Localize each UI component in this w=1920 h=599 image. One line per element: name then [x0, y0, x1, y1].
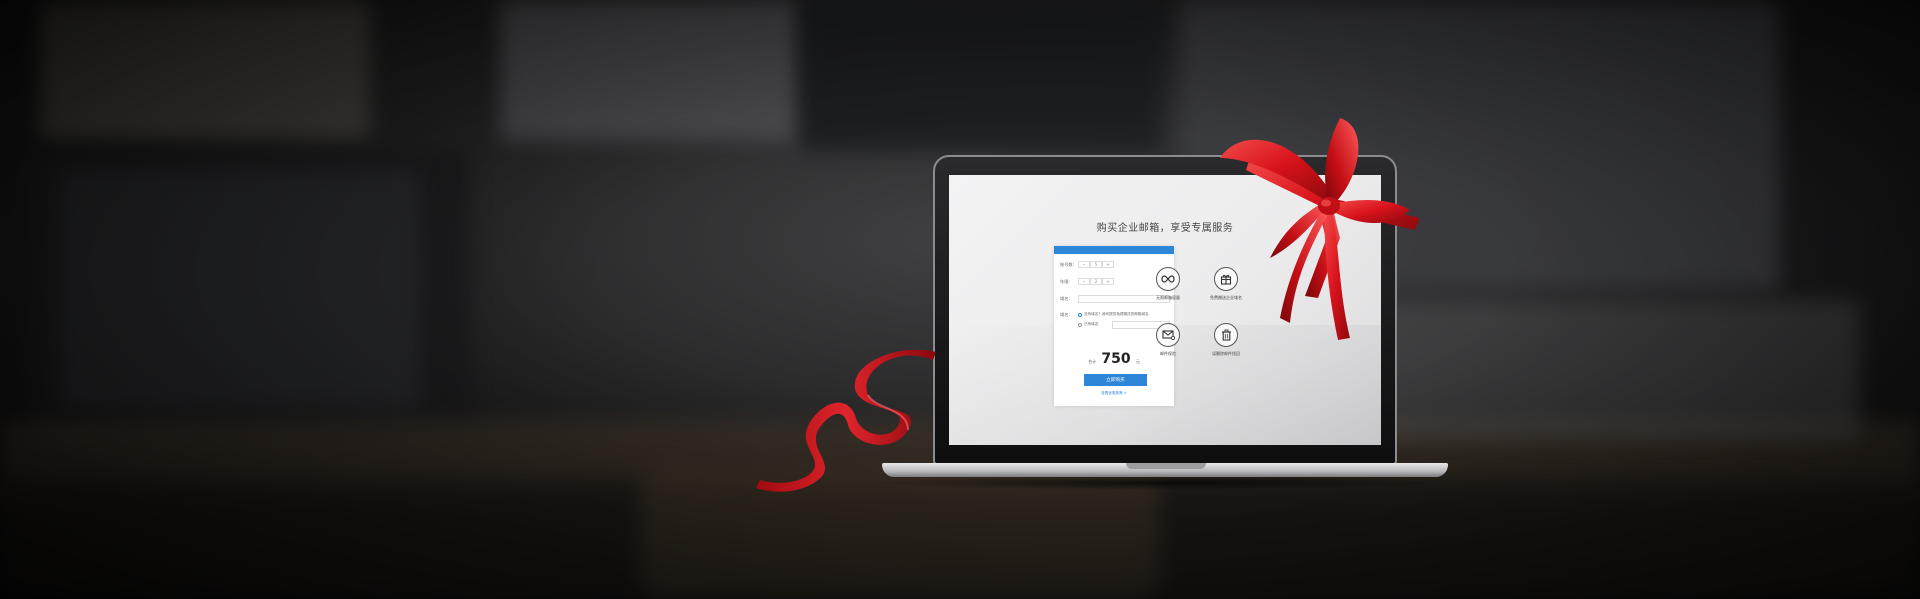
feature-unlimited: 无限邮箱容量: [1143, 267, 1193, 301]
mailbox-label: 域名:: [1060, 312, 1070, 317]
radio-new-button[interactable]: [1078, 312, 1082, 317]
feature-label: 误删除邮件找回: [1212, 351, 1240, 356]
feature-label: 无限邮箱容量: [1156, 295, 1180, 300]
radio-own-label: 已有域名: [1084, 322, 1099, 326]
domain-label: 域名:: [1060, 296, 1070, 301]
feature-mail-insurance: 邮件保险: [1143, 323, 1193, 357]
radio-own-domain[interactable]: 已有域名: [1078, 322, 1098, 327]
form-header-bar: [1054, 246, 1174, 254]
users-label: 账号数:: [1060, 262, 1074, 267]
years-label: 年限:: [1060, 279, 1070, 284]
mail-check-icon: [1156, 323, 1180, 347]
years-plus-button[interactable]: +: [1102, 278, 1114, 285]
curly-ribbon: [756, 350, 936, 492]
radio-own-button[interactable]: [1078, 322, 1082, 327]
infinity-icon: [1156, 267, 1180, 291]
years-minus-button[interactable]: −: [1078, 278, 1090, 285]
users-stepper[interactable]: − 5 +: [1078, 261, 1114, 268]
discount-policy-link[interactable]: 查看优惠政策 >: [1054, 391, 1174, 396]
radio-new-domain[interactable]: 没有域名？我司提供免费赠送的邮箱域名: [1078, 312, 1149, 317]
radio-new-label: 没有域名？我司提供免费赠送的邮箱域名: [1084, 312, 1149, 316]
gift-bow-ribbon: [1220, 118, 1420, 340]
users-value[interactable]: 5: [1090, 261, 1102, 268]
price-prefix: 合计: [1088, 359, 1097, 364]
users-minus-button[interactable]: −: [1078, 261, 1090, 268]
laptop-notch: [1126, 463, 1206, 469]
price-value: 750: [1101, 351, 1131, 367]
laptop-shadow: [880, 476, 1450, 490]
years-stepper[interactable]: − 2 +: [1078, 278, 1114, 285]
buy-now-button[interactable]: 立即购买: [1084, 374, 1147, 386]
feature-label: 邮件保险: [1160, 351, 1176, 356]
price-suffix: 元: [1135, 359, 1140, 364]
users-plus-button[interactable]: +: [1102, 261, 1114, 268]
years-value[interactable]: 2: [1090, 278, 1102, 285]
